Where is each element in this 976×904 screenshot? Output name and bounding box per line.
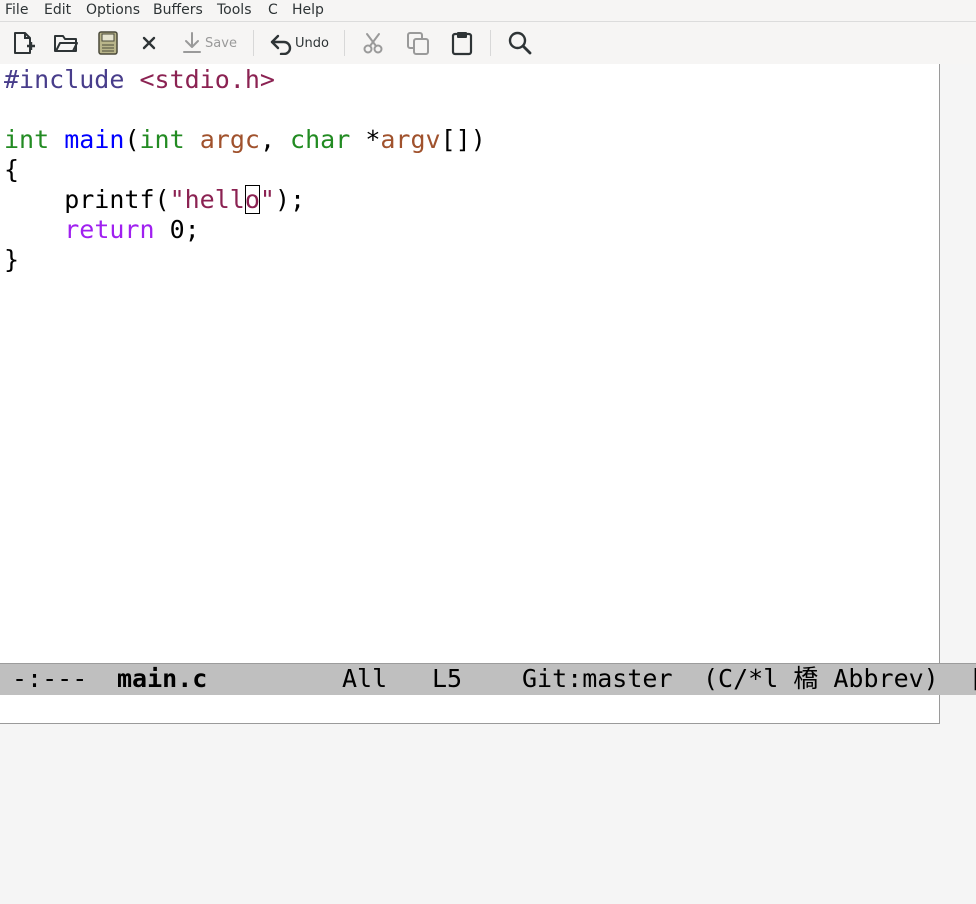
clipboard-icon — [451, 32, 473, 56]
code-token: argc — [199, 125, 260, 154]
code-token: "hell — [169, 185, 245, 214]
code-line[interactable]: return 0; — [4, 215, 200, 245]
code-line[interactable]: printf("hello"); — [4, 185, 305, 215]
code-line[interactable]: #include <stdio.h> — [4, 65, 275, 95]
scissors-icon — [363, 33, 383, 54]
menu-c[interactable]: C — [268, 1, 278, 19]
search-icon — [508, 31, 532, 55]
code-token: <stdio.h> — [139, 65, 275, 94]
modeline-modes[interactable]: (C/*l 橋 Abbrev) — [703, 664, 939, 694]
save-label: Save — [205, 35, 237, 51]
code-token: * — [350, 125, 381, 154]
new-file-icon — [14, 32, 35, 54]
menu-options[interactable]: Options — [86, 1, 140, 19]
modeline-line-number: L5 — [432, 664, 463, 693]
save-button[interactable]: Save — [180, 28, 238, 58]
code-token: char — [290, 125, 351, 154]
new-file-button[interactable] — [9, 28, 37, 58]
undo-label: Undo — [295, 35, 329, 51]
modeline-vc-branch[interactable]: Git:master — [522, 664, 673, 694]
code-token: " — [259, 185, 275, 214]
text-cursor: o — [244, 185, 260, 214]
menu-bar: File Edit Options Buffers Tools C Help — [0, 0, 976, 22]
menu-edit[interactable]: Edit — [44, 1, 71, 19]
code-token: #include — [4, 65, 140, 94]
code-line[interactable]: int main(int argc, char *argv[]) — [4, 125, 486, 155]
code-token: main — [64, 125, 125, 154]
modeline-status: -:--- — [12, 664, 88, 693]
code-token: []) — [440, 125, 486, 154]
code-token: ( — [124, 125, 140, 154]
code-token: } — [4, 245, 20, 274]
code-token: { — [4, 155, 20, 184]
modeline-buffer-name[interactable]: main.c — [117, 664, 207, 694]
close-buffer-button[interactable] — [137, 28, 161, 58]
folder-open-icon — [54, 35, 78, 52]
toolbar-separator — [490, 30, 491, 56]
mode-line[interactable]: -:--- main.c All L5 Git:master (C/*l 橋 A… — [0, 663, 976, 695]
toolbar: Save Undo — [0, 22, 976, 64]
code-token: argv — [380, 125, 441, 154]
modeline-position: All — [342, 664, 388, 693]
code-line[interactable]: { — [4, 155, 19, 185]
cut-button[interactable] — [360, 28, 386, 58]
open-file-button[interactable] — [52, 28, 80, 58]
code-token: 0; — [154, 215, 200, 244]
minibuffer[interactable] — [0, 695, 939, 723]
menu-help[interactable]: Help — [292, 1, 324, 19]
menu-buffers[interactable]: Buffers — [153, 1, 203, 19]
code-token: printf( — [4, 185, 170, 214]
editor-buffer[interactable]: #include <stdio.h> int main(int argc, cha… — [0, 64, 939, 663]
search-button[interactable] — [506, 28, 534, 58]
undo-button[interactable]: Undo — [268, 28, 330, 58]
copy-icon — [407, 32, 429, 55]
code-token: int — [139, 125, 185, 154]
toolbar-separator — [253, 30, 254, 56]
toolbar-separator — [344, 30, 345, 56]
code-line[interactable]: } — [4, 245, 19, 275]
code-token: return — [64, 215, 155, 244]
menu-tools[interactable]: Tools — [217, 1, 252, 19]
code-token: int — [4, 125, 50, 154]
code-token: , — [259, 125, 291, 154]
undo-icon — [270, 34, 292, 55]
copy-button[interactable] — [404, 28, 432, 58]
floppy-icon — [98, 31, 118, 55]
paste-button[interactable] — [448, 28, 476, 58]
download-icon — [183, 32, 202, 53]
code-token: ); — [274, 185, 306, 214]
modeline-overflow: [ — [969, 664, 976, 694]
menu-file[interactable]: File — [5, 1, 28, 19]
save-buffer-button[interactable] — [95, 28, 121, 58]
close-icon — [142, 36, 156, 50]
